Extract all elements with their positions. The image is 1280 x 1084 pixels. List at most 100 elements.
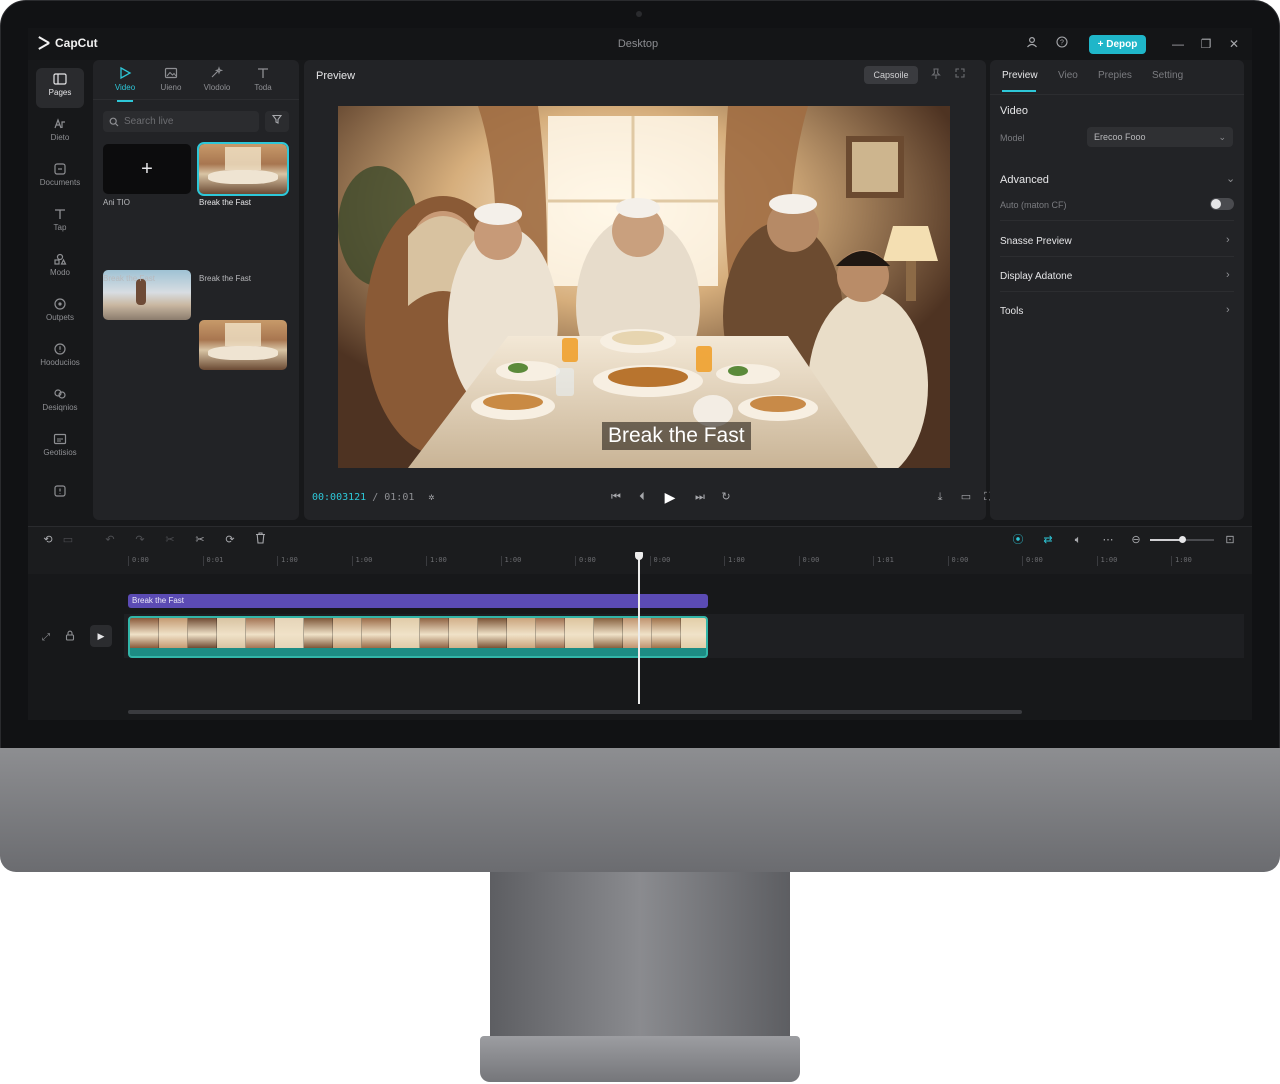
search-input[interactable]: [124, 116, 244, 127]
row-display-adatone[interactable]: Display Adatone: [1000, 271, 1072, 282]
pin-icon[interactable]: [928, 68, 944, 82]
clip-frame-thumbnail: [333, 618, 362, 648]
active-tab-indicator: [117, 100, 133, 102]
more-icon[interactable]: ⋯: [1100, 532, 1116, 548]
clip-frame-thumbnail: [449, 618, 478, 648]
row-snasse-preview[interactable]: Snasse Preview: [1000, 236, 1072, 247]
cut-icon[interactable]: ✂: [192, 532, 208, 548]
skip-to-end-icon[interactable]: ⏭: [692, 489, 708, 505]
preview-panel: Preview Capsoile: [304, 60, 986, 520]
video-preview[interactable]: Break the Fast: [338, 106, 950, 468]
minimize-icon[interactable]: —: [1170, 36, 1186, 52]
ruler-tick-label: 1:00: [501, 556, 522, 566]
tab-video[interactable]: Video: [103, 66, 147, 92]
split-view-icon[interactable]: ▭: [60, 532, 76, 548]
rail-item-outpets[interactable]: Outpets: [36, 293, 84, 333]
rail-item-documents[interactable]: Documents: [36, 158, 84, 198]
clip-frame-thumbnail: [565, 618, 594, 648]
ratio-icon[interactable]: ▭: [958, 489, 974, 505]
user-icon[interactable]: [1024, 36, 1040, 52]
app-screen: CapCut Desktop ? + Depop — ❐ ✕ Pages Die…: [28, 28, 1252, 720]
zoom-slider[interactable]: [1150, 539, 1214, 541]
track-play-button[interactable]: ▶: [90, 625, 112, 647]
fit-timeline-icon[interactable]: ⊡: [1222, 532, 1238, 548]
ruler-tick-label: 1:00: [352, 556, 373, 566]
rail-item-geotisios[interactable]: Geotisios: [36, 428, 84, 468]
undo-history-icon[interactable]: ⟲: [40, 532, 56, 548]
tab-vlodolo[interactable]: Vlodolo: [195, 66, 239, 92]
close-icon[interactable]: ✕: [1226, 36, 1242, 52]
model-dropdown[interactable]: Erecoo Fooo ⌄: [1087, 127, 1233, 147]
previous-frame-icon[interactable]: ⏴: [634, 489, 650, 505]
feedback-icon: [53, 485, 67, 497]
text-style-icon: [53, 118, 67, 130]
skip-to-start-icon[interactable]: ⏮: [608, 489, 624, 505]
crop-icon[interactable]: ⟳: [222, 532, 238, 548]
volume-icon[interactable]: 🔈︎: [1070, 532, 1086, 548]
auto-toggle[interactable]: [1210, 198, 1234, 210]
preview-title: Preview: [316, 70, 355, 82]
outputs-icon: [53, 298, 67, 310]
maximize-icon[interactable]: ❐: [1198, 36, 1214, 52]
title-bar: CapCut Desktop ? + Depop — ❐ ✕: [28, 28, 1252, 60]
props-tab-vieo[interactable]: Vieo: [1058, 70, 1078, 81]
model-label: Model: [1000, 133, 1025, 143]
rail-item-dieto[interactable]: Dieto: [36, 113, 84, 153]
rail-item-modo[interactable]: Modo: [36, 248, 84, 288]
rail-item-hooduciios[interactable]: Hooduciios: [36, 338, 84, 378]
filter-button[interactable]: [265, 111, 289, 132]
text-clip[interactable]: Break the Fast: [128, 594, 708, 608]
props-tab-setting[interactable]: Setting: [1152, 70, 1183, 81]
props-tab-preview[interactable]: Preview: [1002, 70, 1038, 81]
clip-frame-thumbnail: [246, 618, 275, 648]
lock-icon[interactable]: [62, 630, 78, 646]
properties-panel: Preview Vieo Prepies Setting Video Model…: [990, 60, 1244, 520]
clip-frame-thumbnail: [362, 618, 391, 648]
export-button[interactable]: + Depop: [1089, 35, 1146, 54]
play-icon[interactable]: ▶: [662, 489, 678, 505]
clip-frame-thumbnail: [420, 618, 449, 648]
rail-item-desiqnios[interactable]: Desiqnios: [36, 383, 84, 423]
playhead[interactable]: [638, 554, 640, 704]
pages-icon: [53, 73, 67, 85]
link-icon[interactable]: ⇄: [1040, 532, 1056, 548]
row-tools[interactable]: Tools: [1000, 306, 1023, 317]
track-collapse-icon[interactable]: ⤢: [38, 630, 54, 646]
rail-item-feedback[interactable]: [36, 480, 84, 510]
zoom-out-icon[interactable]: ⊖: [1128, 532, 1144, 548]
rail-item-pages[interactable]: Pages: [36, 68, 84, 108]
add-media-tile[interactable]: +: [103, 144, 191, 194]
clip-frame-thumbnail: [217, 618, 246, 648]
chevron-right-icon: ›: [1226, 304, 1230, 316]
expand-icon[interactable]: [952, 68, 968, 82]
magnet-icon[interactable]: ⦿: [1010, 532, 1026, 548]
plus-icon: +: [141, 158, 153, 181]
chevron-down-icon[interactable]: ⌄: [1226, 172, 1235, 185]
clip-frame-thumbnail: [159, 618, 188, 648]
zoom-slider-knob[interactable]: [1179, 536, 1186, 543]
help-circle-icon: [53, 343, 67, 355]
clip-frame-thumbnail: [681, 618, 708, 648]
video-caption: Break the Fast: [602, 422, 751, 450]
media-thumbnail-feast-2[interactable]: [199, 320, 287, 370]
tab-uieno[interactable]: Uieno: [149, 66, 193, 92]
tab-toda[interactable]: Toda: [241, 66, 285, 92]
rail-item-tap[interactable]: Tap: [36, 203, 84, 243]
monitor-stand-base: [480, 1036, 800, 1082]
redo-icon[interactable]: ↷: [132, 532, 148, 548]
download-icon[interactable]: ⤓: [932, 489, 948, 505]
split-icon[interactable]: ✂: [162, 532, 178, 548]
media-search[interactable]: [103, 111, 259, 132]
capsule-button[interactable]: Capsoile: [864, 66, 918, 84]
video-clip[interactable]: [128, 616, 708, 658]
timeline-scrollbar[interactable]: [128, 710, 1022, 714]
clip-frame-thumbnail: [130, 618, 159, 648]
media-thumbnail-feast[interactable]: [199, 144, 287, 194]
delete-icon[interactable]: [252, 532, 268, 548]
help-icon[interactable]: ?: [1054, 36, 1070, 52]
row-divider: [1000, 256, 1234, 257]
props-tab-prepies[interactable]: Prepies: [1098, 70, 1132, 81]
loop-icon[interactable]: ↻: [718, 489, 734, 505]
chevron-right-icon: ›: [1226, 269, 1230, 281]
undo-icon[interactable]: ↶: [102, 532, 118, 548]
